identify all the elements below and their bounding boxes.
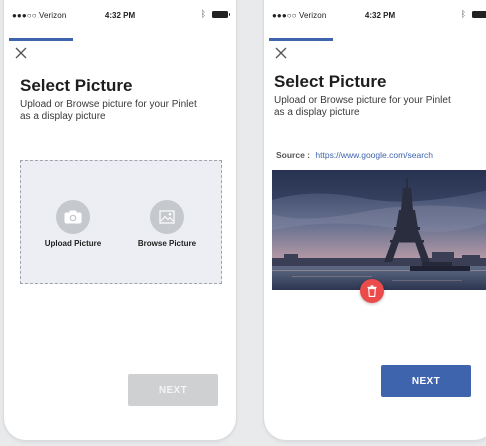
- source-url-link[interactable]: https://www.google.com/search: [315, 150, 433, 160]
- delete-picture-button[interactable]: [360, 279, 384, 303]
- status-bar: ●●●○○ Verizon 4:32 PM ᛒ: [264, 0, 486, 30]
- status-time: 4:32 PM: [364, 11, 396, 20]
- selected-picture-preview: [272, 170, 486, 290]
- bluetooth-icon: ᛒ: [200, 9, 206, 19]
- bluetooth-icon: ᛒ: [460, 9, 466, 19]
- close-icon: [15, 47, 27, 59]
- battery-icon: [472, 10, 486, 18]
- camera-icon: [64, 210, 82, 224]
- close-icon: [275, 47, 287, 59]
- eiffel-tower-image: [272, 170, 486, 290]
- phone-screen-selected: ●●●○○ Verizon 4:32 PM ᛒ Select Picture U…: [264, 0, 486, 440]
- browse-picture-label: Browse Picture: [137, 239, 197, 248]
- upload-picture-label: Upload Picture: [44, 239, 102, 248]
- page-title: Select Picture: [274, 72, 387, 91]
- picture-drop-zone: Upload Picture Browse Picture: [20, 160, 222, 284]
- page-subtitle: Upload or Browse picture for your Pinlet…: [20, 99, 197, 122]
- picture-source: Source : https://www.google.com/search: [276, 150, 433, 160]
- source-label: Source :: [276, 150, 311, 160]
- progress-accent-line: [9, 38, 73, 41]
- next-button-disabled[interactable]: NEXT: [128, 374, 218, 406]
- image-gallery-icon: [159, 210, 175, 224]
- page-subtitle: Upload or Browse picture for your Pinlet…: [274, 95, 451, 118]
- phone-screen-empty: ●●●○○ Verizon 4:32 PM ᛒ Select Picture U…: [4, 0, 236, 440]
- upload-picture-button[interactable]: Upload Picture: [25, 200, 121, 248]
- status-bar: ●●●○○ Verizon 4:32 PM ᛒ: [4, 0, 236, 30]
- battery-icon: [212, 10, 230, 18]
- close-button[interactable]: [13, 45, 29, 61]
- trash-icon: [367, 285, 377, 297]
- next-button[interactable]: NEXT: [381, 365, 471, 397]
- progress-accent-line: [269, 38, 333, 41]
- close-button[interactable]: [273, 45, 289, 61]
- browse-picture-button[interactable]: Browse Picture: [119, 200, 215, 248]
- page-title: Select Picture: [20, 76, 133, 95]
